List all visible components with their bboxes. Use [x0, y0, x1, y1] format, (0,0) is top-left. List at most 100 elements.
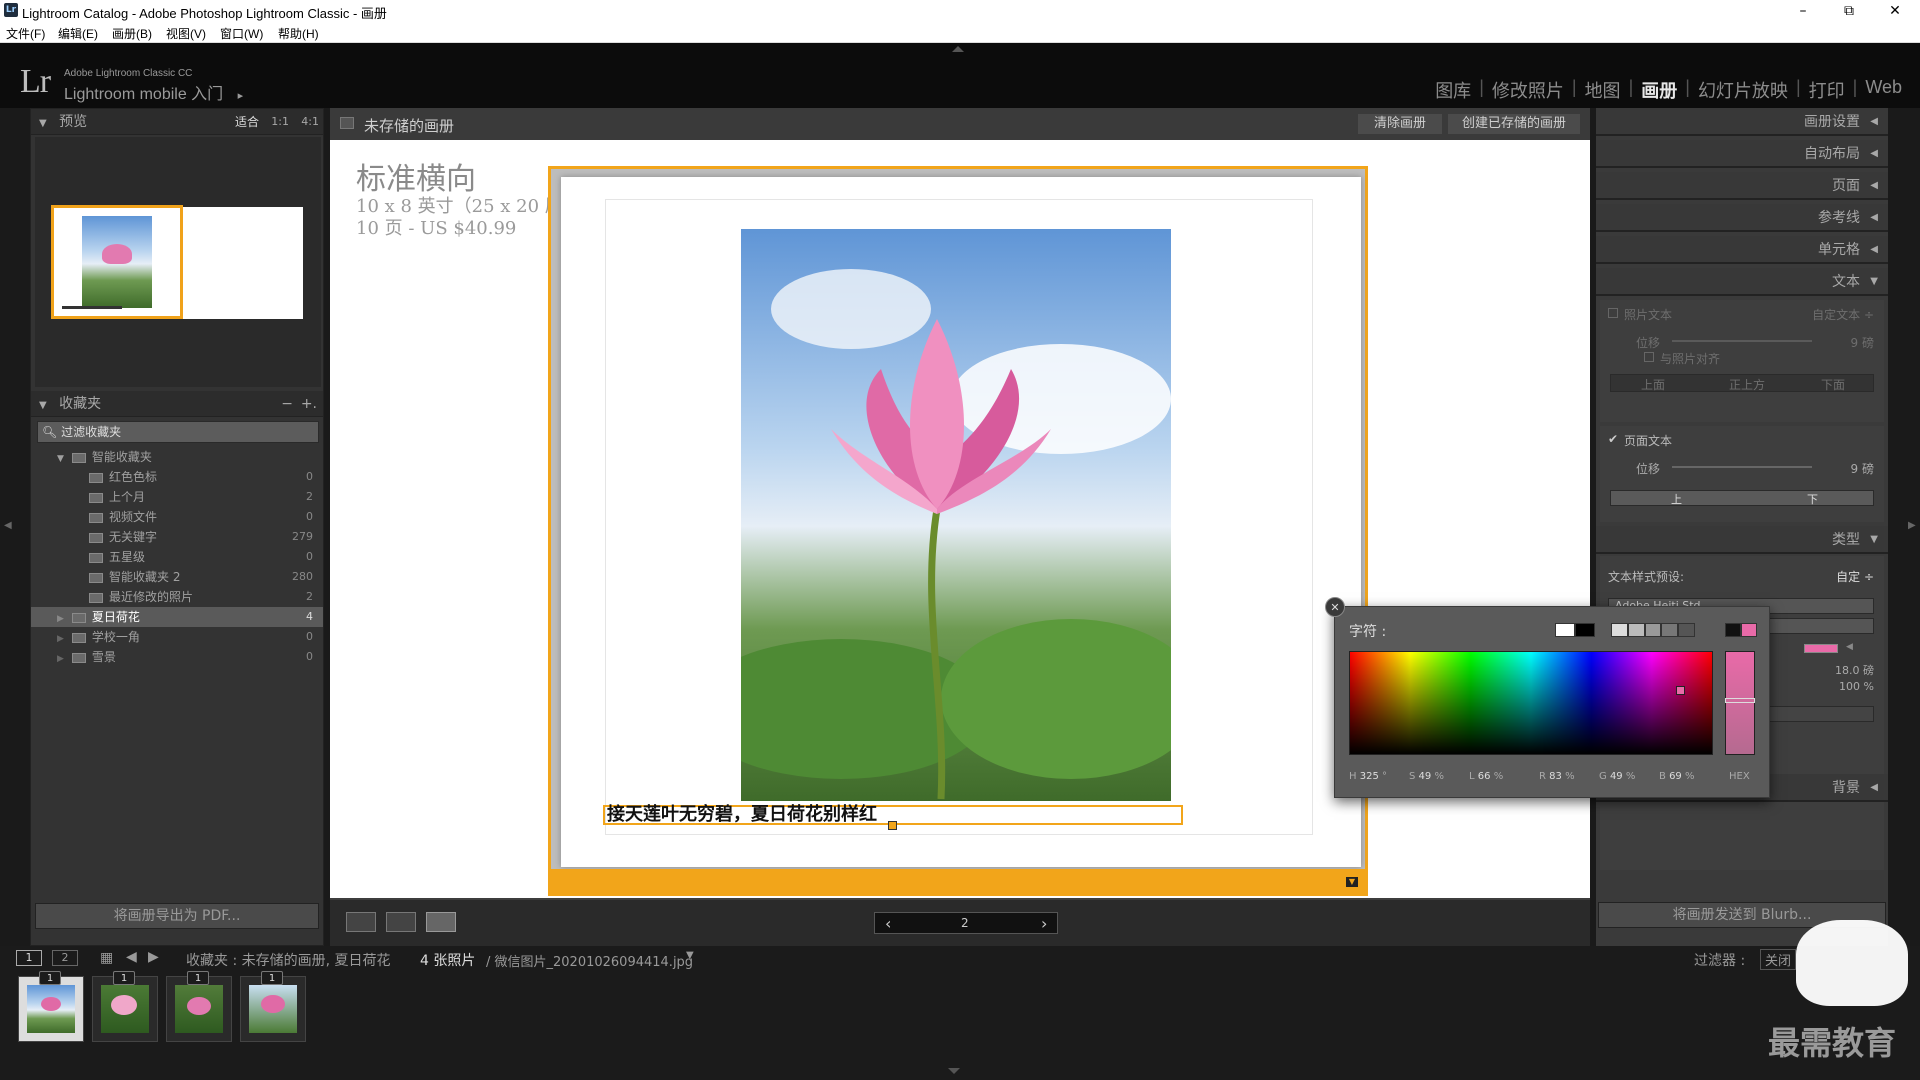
list-item[interactable]: 五星级 0: [31, 547, 323, 567]
collection-icon: [71, 612, 86, 623]
module-library[interactable]: 图库: [1427, 77, 1479, 103]
multi-page-view-icon[interactable]: [346, 912, 376, 932]
preset-swatches-bw[interactable]: [1555, 623, 1595, 637]
primary-window-button[interactable]: 1: [16, 950, 42, 966]
top-panel-toggle-icon[interactable]: [952, 46, 964, 52]
pos-over-button[interactable]: 正上方: [1729, 376, 1765, 393]
filter-collections-input[interactable]: 🔍︎ 过滤收藏夹: [37, 421, 319, 443]
menu-help[interactable]: 帮助(H): [278, 25, 319, 42]
list-item[interactable]: 视频文件 0: [31, 507, 323, 527]
chevron-down-icon[interactable]: ▼: [686, 950, 694, 961]
maximize-button[interactable]: ⧉: [1826, 0, 1872, 22]
page-pos-bottom-button[interactable]: 下: [1807, 491, 1818, 507]
lightness-slider[interactable]: [1725, 651, 1755, 755]
zoom-1-1[interactable]: 1:1: [271, 109, 289, 135]
list-item[interactable]: 无关键字 279: [31, 527, 323, 547]
menu-book[interactable]: 画册(B): [112, 25, 152, 42]
menu-edit[interactable]: 编辑(E): [58, 25, 98, 42]
text-style-preset-select[interactable]: 自定 ÷: [1836, 568, 1874, 585]
smart-set-label: 智能收藏夹: [91, 450, 152, 464]
offset-value: 9 磅: [1850, 462, 1874, 476]
photo-text-position: 上面 正上方 下面: [1610, 374, 1874, 392]
section-page[interactable]: 页面 ◀: [1596, 172, 1888, 200]
source-path[interactable]: 收藏夹 : 未存储的画册, 夏日荷花: [186, 950, 391, 970]
filmstrip-thumb[interactable]: 1: [18, 971, 84, 1042]
hue-saturation-field[interactable]: [1349, 651, 1713, 755]
menu-view[interactable]: 视图(V): [166, 25, 206, 42]
preset-swatches-gray[interactable]: [1611, 623, 1695, 637]
grid-icon[interactable]: ▦: [100, 950, 113, 966]
caption-resize-handle[interactable]: [888, 821, 897, 830]
module-web[interactable]: Web: [1857, 77, 1910, 103]
spread-view-icon[interactable]: [386, 912, 416, 932]
mobile-get-started[interactable]: Lightroom mobile 入门 ▸: [64, 80, 243, 104]
photo-text-mode[interactable]: 自定文本 ÷: [1812, 306, 1874, 323]
page-pos-top-button[interactable]: 上: [1671, 491, 1682, 507]
prev-page-button[interactable]: ‹: [885, 914, 891, 933]
single-page-view-icon[interactable]: [426, 912, 456, 932]
lotus-photo[interactable]: [741, 229, 1171, 801]
page-options-icon[interactable]: ▼: [1346, 877, 1358, 887]
filter-select[interactable]: 关闭: [1760, 949, 1797, 970]
list-item[interactable]: 智能收藏夹 2 280: [31, 567, 323, 587]
page-text-checkbox[interactable]: ✔: [1608, 432, 1618, 446]
module-book[interactable]: 画册: [1633, 77, 1685, 103]
offset-slider[interactable]: [1672, 340, 1812, 342]
lightness-handle[interactable]: [1725, 698, 1755, 703]
create-saved-book-button[interactable]: 创建已存储的画册: [1448, 114, 1580, 134]
module-develop[interactable]: 修改照片: [1484, 77, 1572, 103]
zoom-4-1[interactable]: 4:1: [301, 109, 319, 135]
close-window-button[interactable]: ✕: [1872, 0, 1918, 22]
next-page-button[interactable]: ›: [1041, 914, 1047, 933]
bottom-panel-toggle-icon[interactable]: [948, 1068, 960, 1074]
photo-text-checkbox[interactable]: [1608, 308, 1618, 318]
pos-below-button[interactable]: 下面: [1821, 376, 1845, 393]
align-photo-checkbox[interactable]: [1644, 352, 1654, 362]
add-collection-button[interactable]: +.: [301, 391, 317, 417]
clear-book-button[interactable]: 清除画册: [1358, 114, 1442, 134]
recent-color-swatches[interactable]: [1725, 623, 1757, 637]
export-pdf-button[interactable]: 将画册导出为 PDF...: [35, 903, 319, 929]
menu-file[interactable]: 文件(F): [6, 25, 45, 42]
back-arrow-icon[interactable]: ◀: [126, 949, 137, 965]
list-item[interactable]: 红色色标 0: [31, 467, 323, 487]
book-page[interactable]: 接天莲叶无穷碧，夏日荷花别样红: [561, 177, 1361, 867]
character-color-swatch[interactable]: [1804, 644, 1838, 653]
collections-header[interactable]: ▼ 收藏夹 − +.: [31, 391, 323, 417]
list-item[interactable]: ▶ 雪景 0: [31, 647, 323, 667]
section-guides[interactable]: 参考线 ◀: [1596, 204, 1888, 232]
right-panel-toggle-icon[interactable]: ▶: [1908, 520, 1916, 531]
offset-slider[interactable]: [1672, 466, 1812, 468]
list-item[interactable]: ▶ 学校一角 0: [31, 627, 323, 647]
section-auto-layout[interactable]: 自动布局 ◀: [1596, 140, 1888, 168]
module-map[interactable]: 地图: [1577, 77, 1629, 103]
section-book-settings[interactable]: 画册设置 ◀: [1596, 108, 1888, 136]
section-text[interactable]: 文本 ▼: [1596, 268, 1888, 296]
book-page-frame[interactable]: 接天莲叶无穷碧，夏日荷花别样红 ▼: [548, 166, 1368, 896]
left-panel-toggle-icon[interactable]: ◀: [4, 520, 12, 531]
pos-above-button[interactable]: 上面: [1641, 376, 1665, 393]
list-item[interactable]: 最近修改的照片 2: [31, 587, 323, 607]
module-print[interactable]: 打印: [1801, 77, 1853, 103]
list-item[interactable]: ▶ 夏日荷花 4: [31, 607, 323, 627]
hex-toggle[interactable]: HEX: [1729, 771, 1750, 782]
filmstrip-thumb[interactable]: 1: [92, 971, 158, 1042]
close-picker-button[interactable]: ✕: [1325, 597, 1345, 617]
filmstrip-thumb[interactable]: 1: [166, 971, 232, 1042]
remove-collection-button[interactable]: −: [281, 391, 293, 417]
menu-window[interactable]: 窗口(W): [220, 25, 263, 42]
smart-set-row[interactable]: ▼ 智能收藏夹: [31, 447, 323, 467]
list-item[interactable]: 上个月 2: [31, 487, 323, 507]
color-target-marker[interactable]: [1676, 686, 1685, 695]
preview-header[interactable]: ▼ 预览 适合 1:1 4:1: [31, 109, 323, 135]
section-type[interactable]: 类型 ▼: [1596, 526, 1888, 554]
module-slideshow[interactable]: 幻灯片放映: [1690, 77, 1796, 103]
selected-file[interactable]: / 微信图片_20201026094414.jpg: [486, 951, 693, 970]
color-readouts: H 325 ° S 49 % L 66 % R 83 % G 49 % B 69…: [1349, 771, 1759, 785]
section-cell[interactable]: 单元格 ◀: [1596, 236, 1888, 264]
forward-arrow-icon[interactable]: ▶: [148, 949, 159, 965]
filmstrip-thumb[interactable]: 1: [240, 971, 306, 1042]
secondary-window-button[interactable]: 2: [52, 950, 78, 966]
zoom-fit[interactable]: 适合: [235, 109, 259, 135]
minimize-button[interactable]: –: [1780, 0, 1826, 22]
